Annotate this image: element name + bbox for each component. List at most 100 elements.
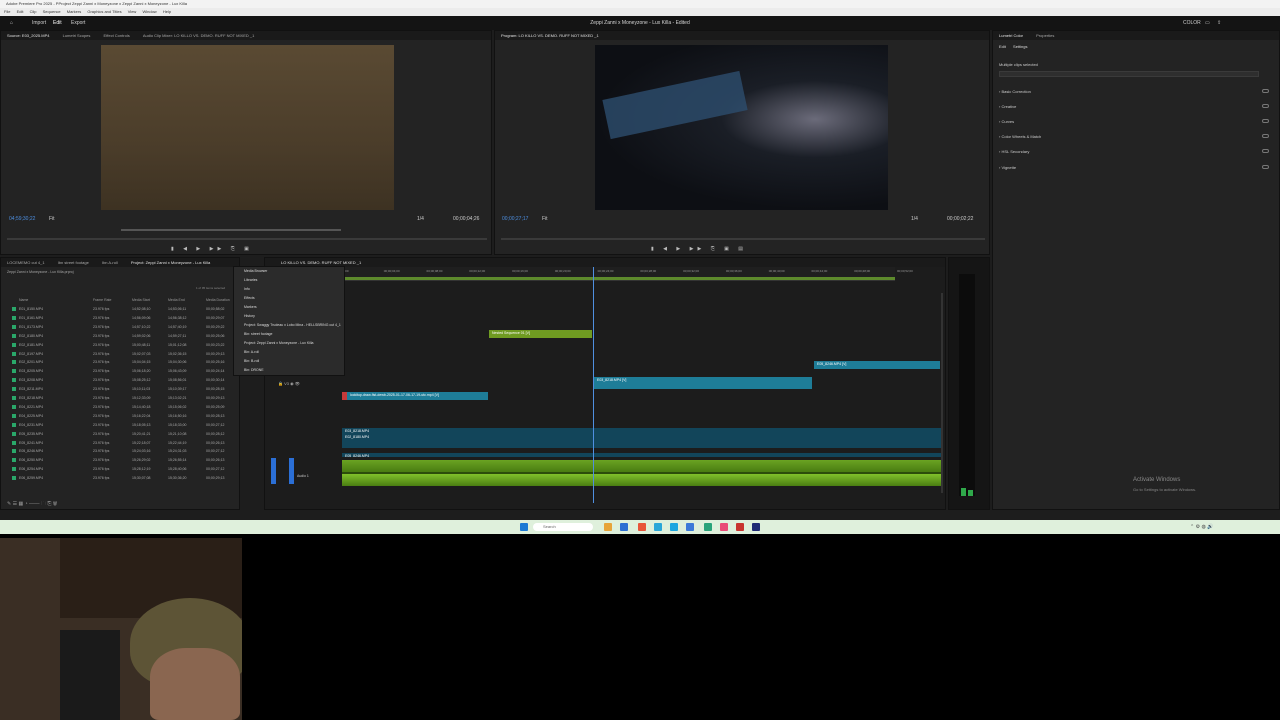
table-row[interactable]: E03_8211.MP4 23.976 fps 15;10;11;03 15;10;3… [1, 385, 237, 394]
table-row[interactable]: E04_8225.MP4 23.976 fps 15;16;22;04 15;16;5… [1, 412, 237, 421]
table-row[interactable]: E01_8173.MP4 23.976 fps 14;57;10;22 14;57;4… [1, 323, 237, 332]
playhead[interactable] [593, 267, 594, 503]
clip-c2[interactable]: E05_8246.MP4 [V] [814, 361, 940, 369]
table-row[interactable]: E06_8254.MP4 23.976 fps 15;28;12;19 15;28;4… [1, 465, 237, 474]
toggle-vignette[interactable] [1262, 165, 1269, 169]
toggle-curves[interactable] [1262, 119, 1269, 123]
section-basic-correction[interactable]: › Basic Correction [999, 89, 1031, 94]
menu-help[interactable]: Help [163, 9, 171, 14]
section-color-wheels[interactable]: › Color Wheels & Match [999, 134, 1041, 139]
app-icon-3[interactable] [670, 523, 678, 531]
tab-lumetri-scopes[interactable]: Lumetri Scopes [63, 33, 91, 38]
toggle-hsl-secondary[interactable] [1262, 149, 1269, 153]
app-icon-5[interactable] [704, 523, 712, 531]
menu-item[interactable]: Bin: street footage [239, 330, 344, 339]
taskbar-search[interactable]: Search [533, 523, 593, 531]
premiere-icon[interactable] [752, 523, 760, 531]
program-resolution[interactable]: 1/4 [911, 216, 918, 222]
menu-item[interactable]: Libraries [239, 276, 344, 285]
table-row[interactable]: E06_8250.MP4 23.976 fps 15;26;29;02 15;26;5… [1, 456, 237, 465]
table-row[interactable]: E01_8150.MP4 23.976 fps 14;52;08;10 14;53;0… [1, 305, 237, 314]
tab-audio-mixer[interactable]: Audio Clip Mixer: LO KILLO VS. DEMO. RUF… [143, 33, 255, 38]
workspace-icon[interactable]: ▭ [1205, 16, 1210, 30]
toggle-color-wheels[interactable] [1262, 134, 1269, 138]
tab-lumetri-color[interactable]: Lumetri Color [999, 33, 1023, 38]
menu-file[interactable]: File [4, 9, 10, 14]
edge-icon[interactable] [654, 523, 662, 531]
toggle-basic-correction[interactable] [1262, 89, 1269, 93]
table-row[interactable]: E02_8180.MP4 23.976 fps 14;59;02;06 14;59;2… [1, 332, 237, 341]
subtab-settings[interactable]: Settings [1013, 44, 1027, 49]
timeline-ruler[interactable]: 00;0000;00;04;0000;00;08;0000;00;12;0000… [341, 267, 913, 281]
audio-clip-a2[interactable]: E02_8180.MP4 [345, 434, 942, 440]
app-icon-1[interactable] [620, 523, 628, 531]
tab-bin-cut[interactable]: LOCEMEMO cut 4_1 [7, 260, 45, 265]
work-area-bar[interactable] [341, 277, 895, 280]
table-row[interactable]: E05_8241.MP4 23.976 fps 15;22;18;07 15;22;4… [1, 439, 237, 448]
program-transport[interactable]: ▮ ◀ ▶ ▶▶ ⎘ ▣ ▤ [651, 246, 747, 252]
clip-c4[interactable]: lockitup-draw-fist-dewb-2025-01-17-06-17… [342, 392, 488, 400]
tab-effect-controls[interactable]: Effect Controls [104, 33, 130, 38]
table-row[interactable]: E04_8231.MP4 23.976 fps 15;18;05;13 15;18;3… [1, 421, 237, 430]
subtab-edit[interactable]: Edit [999, 44, 1006, 49]
menu-item[interactable]: Project: Swaggy Trudeau x Lobo Mina - HE… [239, 321, 344, 330]
col-name[interactable]: Name [19, 298, 28, 302]
tab-source[interactable]: Source: E03_2025.MP4 [7, 33, 49, 38]
track-controls[interactable]: 🔒 V3 ◉ 👁 [278, 381, 300, 386]
table-row[interactable]: E02_8197.MP4 23.976 fps 15;02;07;03 15;02;3… [1, 350, 237, 359]
start-icon[interactable] [520, 523, 528, 531]
menu-sequence[interactable]: Sequence [43, 9, 61, 14]
audio-waveform[interactable] [342, 460, 942, 486]
menu-markers[interactable]: Markers [67, 9, 81, 14]
source-fit[interactable]: Fit [49, 216, 55, 222]
app-icon-2[interactable] [638, 523, 646, 531]
section-hsl-secondary[interactable]: › HSL Secondary [999, 149, 1029, 154]
menu-item[interactable]: Media Browser [239, 267, 344, 276]
app-icon-7[interactable] [736, 523, 744, 531]
col-media-duration[interactable]: Media Duration [206, 298, 230, 302]
tab-export[interactable]: Export [71, 16, 85, 30]
menu-clip[interactable]: Clip [30, 9, 37, 14]
app-icon-6[interactable] [720, 523, 728, 531]
app-icon-4[interactable] [686, 523, 694, 531]
section-curves[interactable]: › Curves [999, 119, 1014, 124]
tab-sequence[interactable]: LO KILLO VS. DEMO. RUFF NOT MIXED _1 [281, 260, 361, 265]
col-media-end[interactable]: Media End [168, 298, 185, 302]
section-vignette[interactable]: › Vignette [999, 165, 1016, 170]
table-row[interactable]: E02_8181.MP4 23.976 fps 15;00;48;11 15;01;1… [1, 341, 237, 350]
tab-properties[interactable]: Properties [1036, 33, 1054, 38]
program-timecode[interactable]: 00;00;27;17 [502, 216, 528, 222]
toggle-creative[interactable] [1262, 104, 1269, 108]
tab-bin-aroll[interactable]: Ibn A-roll [102, 260, 118, 265]
table-row[interactable]: E05_8246.MP4 23.976 fps 15;24;03;16 15;24;3… [1, 447, 237, 456]
table-row[interactable]: E02_8201.MP4 23.976 fps 15;04;04;15 15;04;3… [1, 358, 237, 367]
explorer-icon[interactable] [604, 523, 612, 531]
menu-item[interactable]: Bin: A-roll [239, 348, 344, 357]
menu-item[interactable]: Info [239, 285, 344, 294]
project-footer-icons[interactable]: ✎ ☰ ▦ ◔ ─── 🗀 ⎘ 🗑 [7, 501, 57, 509]
menu-item[interactable]: Bin: B-roll [239, 357, 344, 366]
lumetri-clip-select[interactable] [999, 71, 1259, 77]
audio-clip-a3[interactable]: E05_8246.MP4 [342, 453, 942, 457]
source-timecode[interactable]: 04;59;30;22 [9, 216, 35, 222]
tab-import[interactable]: Import [32, 16, 46, 30]
program-fit[interactable]: Fit [542, 216, 548, 222]
share-icon[interactable]: ⇪ [1217, 16, 1221, 30]
menu-graphics[interactable]: Graphics and Titles [87, 9, 121, 14]
workspace-color[interactable]: COLOR [1183, 16, 1201, 30]
a1-source-patch[interactable] [271, 458, 276, 484]
tab-program[interactable]: Program: LO KILLO VS. DEMO. RUFF NOT MIX… [501, 33, 599, 38]
tab-bin-street[interactable]: Ibn street footage [58, 260, 89, 265]
table-row[interactable]: E03_8205.MP4 23.976 fps 15;06;18;20 15;06;4… [1, 367, 237, 376]
menu-item[interactable]: Bin: DRONE [239, 366, 344, 375]
table-row[interactable]: E06_8259.MP4 23.976 fps 15;30;07;08 15;30;3… [1, 474, 237, 483]
tray-icons[interactable]: ⌃ ⚙ ◍ 🔊 [1190, 524, 1213, 530]
table-row[interactable]: E04_8221.MP4 23.976 fps 15;14;40;18 15;15;0… [1, 403, 237, 412]
clip-nested[interactable]: Nested Sequence 01 [V] [489, 330, 592, 338]
a1-track-target[interactable] [289, 458, 294, 484]
menu-item[interactable]: Project: Zeppi Zanni x Moneyzone - Lux K… [239, 339, 344, 348]
menu-item[interactable]: History [239, 312, 344, 321]
table-row[interactable]: E03_8218.MP4 23.976 fps 15;12;33;09 15;13;0… [1, 394, 237, 403]
menu-edit[interactable]: Edit [17, 9, 24, 14]
menu-window[interactable]: Window [142, 9, 156, 14]
